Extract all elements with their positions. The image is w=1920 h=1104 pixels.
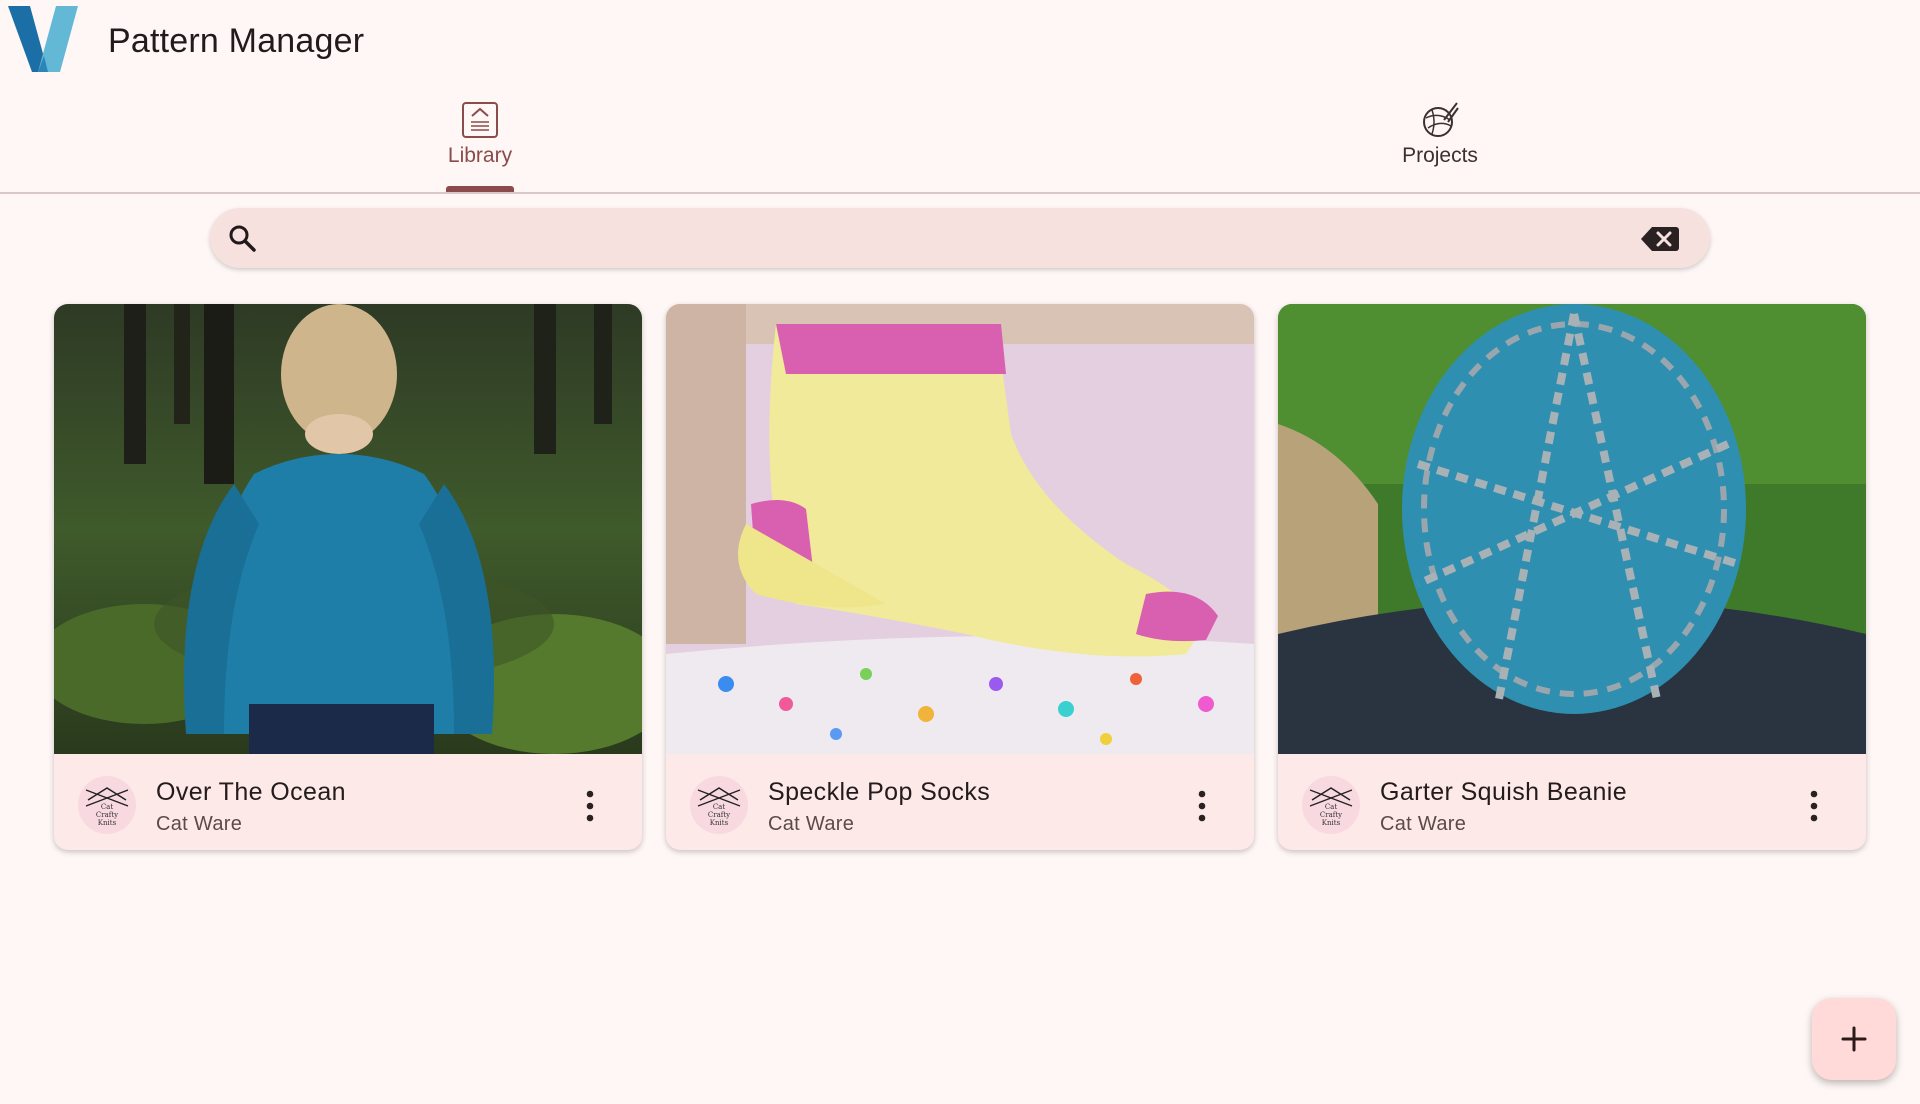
svg-text:Crafty: Crafty bbox=[96, 811, 118, 819]
pattern-card[interactable]: Cat Crafty Knits Over The Ocean Cat Ware bbox=[54, 304, 642, 850]
search-bar[interactable] bbox=[210, 208, 1710, 268]
pattern-photo-beanie bbox=[1278, 304, 1866, 754]
backspace-icon[interactable] bbox=[1640, 225, 1680, 253]
svg-text:Knits: Knits bbox=[710, 819, 729, 827]
designer-avatar: Cat Crafty Knits bbox=[1302, 776, 1360, 834]
card-footer: Cat Crafty Knits Speckle Pop Socks Cat W… bbox=[666, 754, 1254, 850]
pattern-title: Speckle Pop Socks bbox=[768, 778, 991, 806]
pattern-frame-icon bbox=[462, 102, 498, 138]
tab-projects-label: Projects bbox=[1402, 144, 1478, 167]
add-pattern-button[interactable] bbox=[1812, 998, 1896, 1080]
svg-text:Cat: Cat bbox=[713, 803, 726, 811]
pattern-card[interactable]: Cat Crafty Knits Speckle Pop Socks Cat W… bbox=[666, 304, 1254, 850]
search-icon bbox=[229, 225, 256, 252]
pattern-photo-socks bbox=[666, 304, 1254, 754]
tab-library[interactable]: Library bbox=[0, 86, 960, 192]
more-vert-icon[interactable] bbox=[1806, 786, 1822, 826]
card-footer: Cat Crafty Knits Garter Squish Beanie Ca… bbox=[1278, 754, 1866, 850]
pattern-designer: Cat Ware bbox=[768, 813, 855, 835]
tab-library-label: Library bbox=[447, 144, 513, 167]
more-vert-icon[interactable] bbox=[582, 786, 598, 826]
tab-indicator bbox=[446, 186, 514, 192]
designer-avatar: Cat Crafty Knits bbox=[690, 776, 748, 834]
pattern-designer: Cat Ware bbox=[1380, 813, 1467, 835]
svg-text:Cat: Cat bbox=[101, 803, 114, 811]
pattern-title: Over The Ocean bbox=[156, 778, 346, 806]
svg-text:Knits: Knits bbox=[1322, 819, 1341, 827]
app-header: Pattern Manager bbox=[0, 0, 1920, 86]
svg-text:Crafty: Crafty bbox=[708, 811, 730, 819]
plus-icon bbox=[1841, 1026, 1867, 1052]
svg-text:Knits: Knits bbox=[98, 819, 117, 827]
svg-text:Crafty: Crafty bbox=[1320, 811, 1342, 819]
pattern-card[interactable]: Cat Crafty Knits Garter Squish Beanie Ca… bbox=[1278, 304, 1866, 850]
app-title: Pattern Manager bbox=[108, 22, 365, 60]
tab-projects[interactable]: Projects bbox=[960, 86, 1920, 192]
more-vert-icon[interactable] bbox=[1194, 786, 1210, 826]
designer-avatar: Cat Crafty Knits bbox=[78, 776, 136, 834]
pattern-designer: Cat Ware bbox=[156, 813, 243, 835]
pattern-photo-sweater bbox=[54, 304, 642, 754]
card-footer: Cat Crafty Knits Over The Ocean Cat Ware bbox=[54, 754, 642, 850]
tab-bar: Library Projects bbox=[0, 86, 1920, 194]
search-input[interactable] bbox=[274, 218, 1618, 260]
app-logo-icon bbox=[8, 6, 78, 72]
pattern-title: Garter Squish Beanie bbox=[1380, 778, 1628, 806]
yarn-ball-icon bbox=[1423, 102, 1459, 137]
pattern-grid: Cat Crafty Knits Over The Ocean Cat Ware bbox=[54, 304, 1866, 850]
svg-text:Cat: Cat bbox=[1325, 803, 1338, 811]
